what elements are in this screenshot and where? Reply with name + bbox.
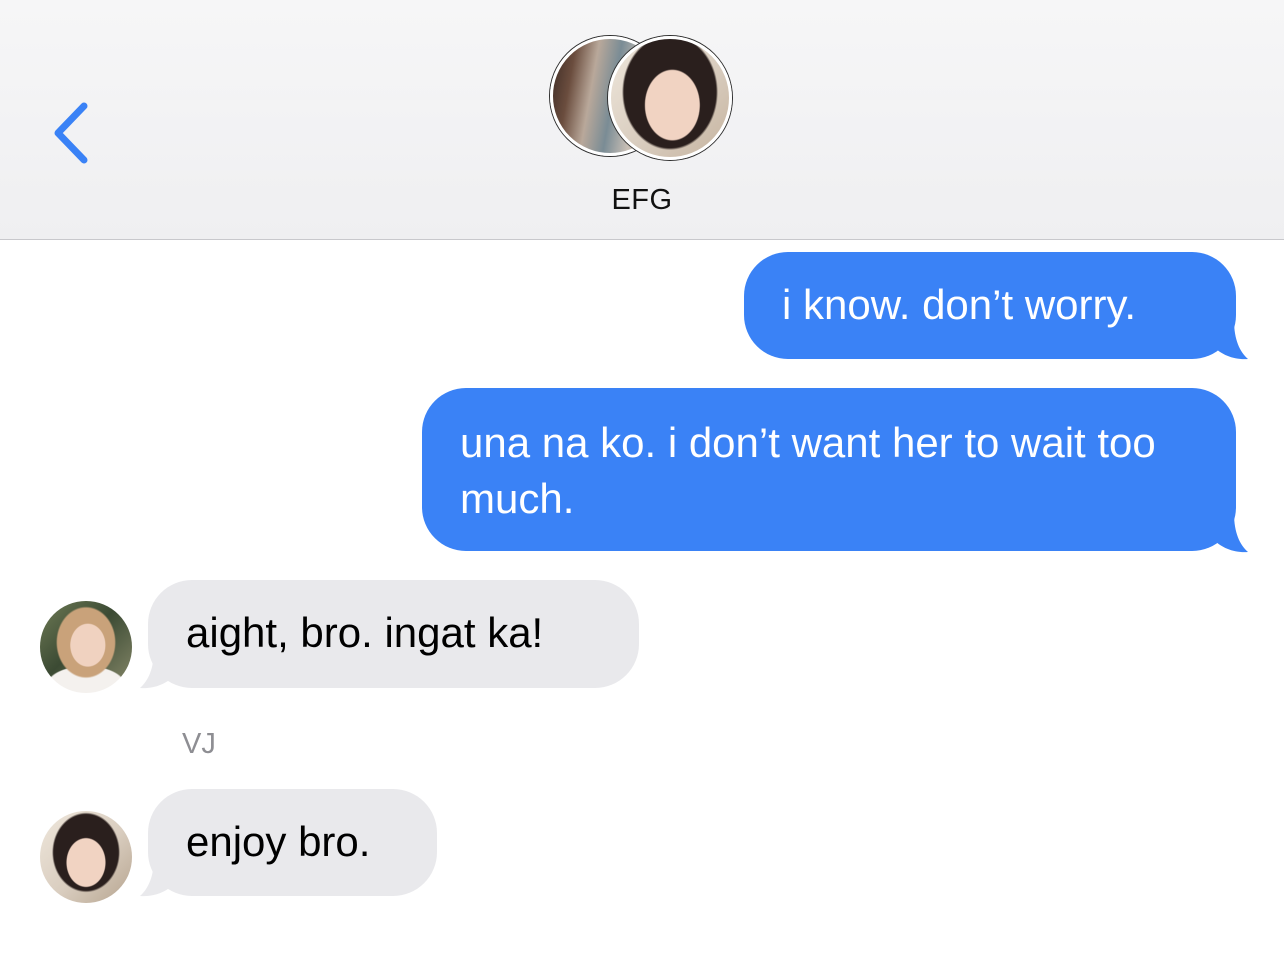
bubble-tail: [140, 857, 176, 897]
bubble-tail: [1212, 513, 1248, 553]
bubble-tail: [140, 649, 176, 689]
group-member-avatar: [608, 36, 732, 160]
message-text: aight, bro. ingat ka!: [186, 609, 544, 656]
chevron-left-icon: [54, 102, 88, 164]
sent-message-bubble[interactable]: una na ko. i don’t want her to wait too …: [422, 388, 1236, 551]
contact-avatar[interactable]: [40, 811, 132, 903]
message-text: i know. don’t worry.: [782, 281, 1137, 328]
sender-name: VJ: [182, 728, 216, 760]
received-message-bubble[interactable]: enjoy bro.: [148, 789, 437, 896]
bubble-tail: [1212, 320, 1248, 360]
group-avatar-stack[interactable]: [548, 34, 738, 164]
received-message-bubble[interactable]: aight, bro. ingat ka!: [148, 580, 639, 688]
message-text: una na ko. i don’t want her to wait too …: [460, 419, 1156, 522]
sent-message-bubble[interactable]: i know. don’t worry.: [744, 252, 1236, 359]
group-name[interactable]: EFG: [0, 184, 1284, 217]
contact-avatar[interactable]: [40, 601, 132, 693]
message-text: enjoy bro.: [186, 818, 371, 865]
back-button[interactable]: [40, 92, 110, 174]
conversation-header: EFG: [0, 0, 1284, 240]
